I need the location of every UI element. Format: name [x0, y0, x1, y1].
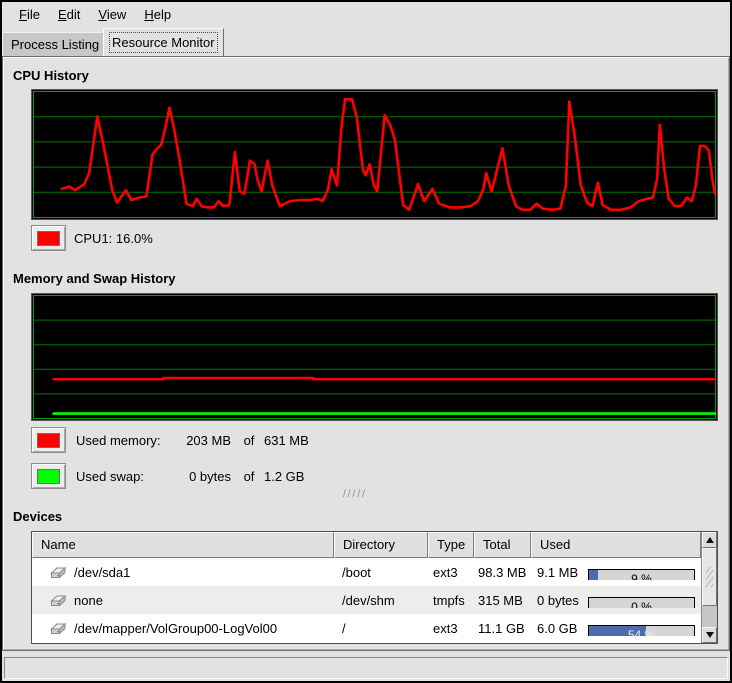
devices-scrollbar[interactable]: [701, 532, 717, 643]
used-memory-of: of: [239, 433, 259, 448]
device-name: /dev/sda1: [74, 565, 130, 580]
drive-icon: [48, 565, 68, 580]
device-total: 98.3 MB: [474, 565, 531, 580]
tab-process-listing-label: Process Listing: [11, 37, 99, 52]
used-memory-legend: Used memory: 203 MB of 631 MB: [31, 426, 309, 454]
devices-table-body: /dev/sda1 /boot ext3 98.3 MB 9.1 MB 9 % …: [32, 558, 701, 643]
usage-percent-label: 9 %: [589, 570, 694, 580]
device-name: /dev/mapper/VolGroup00-LogVol00: [74, 621, 277, 636]
used-memory-label: Used memory:: [76, 433, 173, 448]
scroll-down-button[interactable]: [702, 627, 717, 643]
pane-resize-grip[interactable]: /////: [343, 489, 367, 500]
scroll-up-icon: [706, 537, 714, 543]
devices-title: Devices: [13, 509, 62, 524]
device-type: ext3: [428, 565, 474, 580]
usage-percent-label: 0 %: [589, 598, 694, 608]
device-directory: /: [334, 621, 428, 636]
column-header-type[interactable]: Type: [428, 532, 474, 558]
used-swap-of: of: [239, 469, 259, 484]
drive-icon: [48, 593, 68, 608]
used-memory-value: 203 MB: [173, 433, 231, 448]
menu-edit[interactable]: Edit: [49, 2, 89, 28]
used-swap-value: 0 bytes: [173, 469, 231, 484]
device-directory: /boot: [334, 565, 428, 580]
scrollbar-thumb[interactable]: [702, 548, 717, 606]
system-monitor-window: FileEditViewHelp Process Listing Resourc…: [0, 0, 732, 683]
cpu-color-swatch: [37, 231, 60, 246]
device-row[interactable]: /dev/sda1 /boot ext3 98.3 MB 9.1 MB 9 %: [32, 558, 701, 586]
statusbar: [4, 657, 728, 679]
cpu-legend: CPU1: 16.0%: [31, 224, 153, 252]
device-total: 315 MB: [474, 593, 531, 608]
tab-resource-monitor[interactable]: Resource Monitor: [103, 28, 224, 56]
device-type: tmpfs: [428, 593, 474, 608]
swap-total-value: 1.2 GB: [264, 469, 304, 484]
column-header-directory[interactable]: Directory: [334, 532, 428, 558]
tab-bar: Process Listing Resource Monitor: [2, 28, 730, 56]
column-header-name[interactable]: Name: [32, 532, 334, 558]
device-used: 0 bytes: [537, 593, 579, 608]
scrollbar-trough[interactable]: [702, 606, 717, 627]
menubar: FileEditViewHelp: [2, 2, 730, 28]
cpu-history-graph: [31, 89, 718, 220]
menu-help[interactable]: Help: [135, 2, 180, 28]
scroll-up-button[interactable]: [702, 532, 717, 548]
usage-progress-bar: 54 %: [588, 625, 695, 636]
cpu-legend-label: CPU1: 16.0%: [74, 231, 153, 246]
device-row[interactable]: /dev/mapper/VolGroup00-LogVol00 / ext3 1…: [32, 614, 701, 642]
column-header-used[interactable]: Used: [531, 532, 701, 558]
resource-monitor-page: CPU History CPU1: 16.0% Memory and Swap …: [2, 56, 730, 651]
cpu-color-button[interactable]: [31, 225, 66, 251]
tab-resource-monitor-label: Resource Monitor: [112, 35, 215, 50]
usage-progress-bar: 0 %: [588, 597, 695, 608]
device-used: 9.1 MB: [537, 565, 578, 580]
devices-table: Name Directory Type Total Used /dev/sda1…: [31, 531, 718, 644]
device-directory: /dev/shm: [334, 593, 428, 608]
used-swap-legend: Used swap: 0 bytes of 1.2 GB: [31, 462, 304, 490]
tab-process-listing[interactable]: Process Listing: [2, 32, 108, 56]
device-row[interactable]: none /dev/shm tmpfs 315 MB 0 bytes 0 %: [32, 586, 701, 614]
memory-color-button[interactable]: [31, 427, 66, 453]
devices-table-main: Name Directory Type Total Used /dev/sda1…: [32, 532, 701, 643]
devices-table-header: Name Directory Type Total Used: [32, 532, 701, 558]
device-total: 11.1 GB: [474, 621, 531, 636]
memory-total-value: 631 MB: [264, 433, 309, 448]
memory-color-swatch: [37, 433, 60, 448]
memory-history-title: Memory and Swap History: [13, 271, 176, 286]
memory-swap-graph: [31, 293, 718, 421]
menu-view[interactable]: View: [89, 2, 135, 28]
cpu-history-title: CPU History: [13, 68, 89, 83]
device-used: 6.0 GB: [537, 621, 577, 636]
usage-percent-label: 54 %: [589, 626, 694, 636]
usage-progress-bar: 9 %: [588, 569, 695, 580]
drive-icon: [48, 621, 68, 636]
swap-color-swatch: [37, 469, 60, 484]
device-name: none: [74, 593, 103, 608]
column-header-total[interactable]: Total: [474, 532, 531, 558]
menu-file[interactable]: File: [10, 2, 49, 28]
used-swap-label: Used swap:: [76, 469, 173, 484]
swap-color-button[interactable]: [31, 463, 66, 489]
device-type: ext3: [428, 621, 474, 636]
scroll-down-icon: [706, 632, 714, 638]
